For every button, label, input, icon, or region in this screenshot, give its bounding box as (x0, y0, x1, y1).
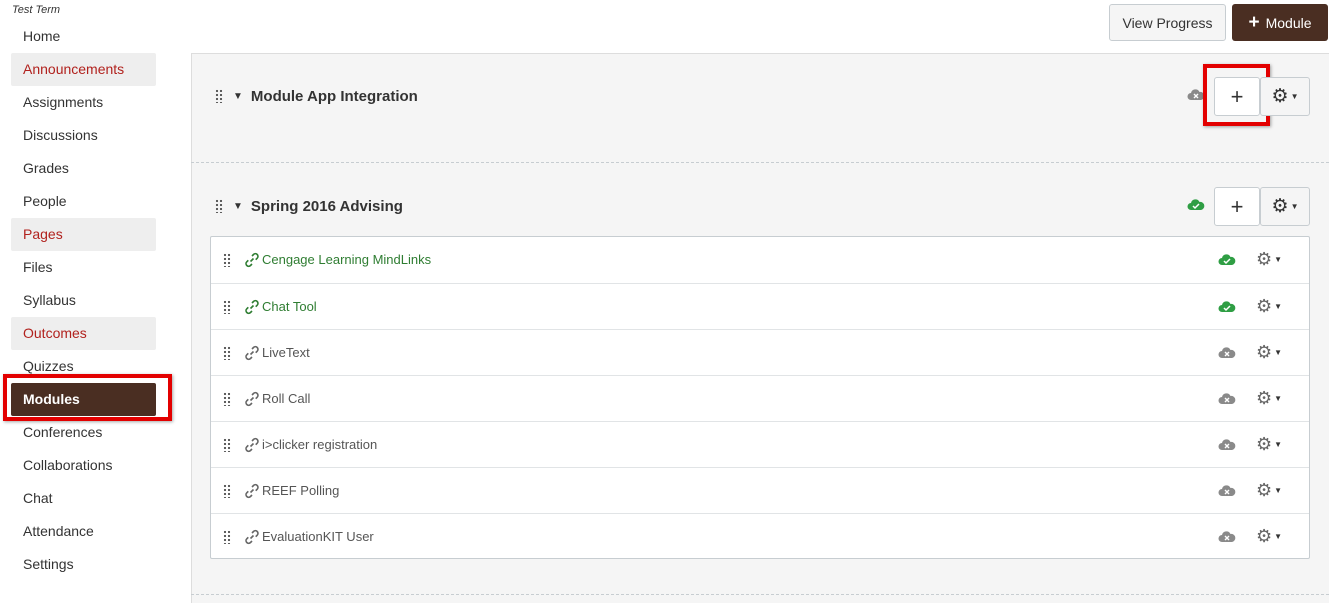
item-settings-button[interactable]: ⚙ ▼ (1256, 250, 1282, 268)
drag-handle-icon[interactable] (215, 199, 223, 213)
module-header: ▼ Module App Integration (215, 84, 418, 108)
link-icon (245, 252, 259, 268)
link-icon (245, 299, 259, 315)
item-settings-button[interactable]: ⚙ ▼ (1256, 389, 1282, 407)
module-item-title[interactable]: Cengage Learning MindLinks (262, 252, 431, 267)
item-settings-button[interactable]: ⚙ ▼ (1256, 435, 1282, 453)
nav-outcomes[interactable]: Outcomes (11, 317, 156, 350)
chevron-down-icon: ▼ (1274, 393, 1283, 403)
drag-handle-icon[interactable] (223, 438, 231, 452)
module-item-row: Cengage Learning MindLinks ⚙ ▼ (211, 237, 1309, 283)
module-settings-button[interactable]: ⚙ ▼ (1260, 187, 1310, 226)
gear-icon: ⚙ (1271, 196, 1289, 217)
caret-down-icon[interactable]: ▼ (233, 201, 243, 212)
nav-syllabus[interactable]: Syllabus (11, 284, 156, 317)
item-settings-button[interactable]: ⚙ ▼ (1256, 527, 1282, 545)
module-item-title[interactable]: i>clicker registration (262, 437, 377, 452)
nav-pages[interactable]: Pages (11, 218, 156, 251)
plus-icon: + (1248, 12, 1260, 33)
link-icon (245, 391, 259, 407)
chevron-down-icon: ▼ (1274, 531, 1283, 541)
cloud-x-icon[interactable] (1218, 393, 1236, 405)
drag-handle-icon[interactable] (223, 484, 231, 498)
cloud-check-icon[interactable] (1218, 254, 1236, 266)
module-header: ▼ Spring 2016 Advising (215, 194, 403, 218)
nav-chat[interactable]: Chat (11, 482, 156, 515)
drag-handle-icon[interactable] (223, 346, 231, 360)
drag-handle-icon[interactable] (223, 253, 231, 267)
link-icon (245, 345, 259, 361)
gear-icon: ⚙ (1256, 526, 1273, 546)
item-settings-button[interactable]: ⚙ ▼ (1256, 481, 1282, 499)
link-icon (245, 483, 259, 499)
caret-down-icon[interactable]: ▼ (233, 91, 243, 102)
module-item-row: REEF Polling ⚙ ▼ (211, 467, 1309, 513)
nav-home[interactable]: Home (11, 20, 156, 53)
module-item-title[interactable]: EvaluationKIT User (262, 529, 374, 544)
nav-settings[interactable]: Settings (11, 548, 156, 581)
gear-icon: ⚙ (1256, 296, 1273, 316)
cloud-x-icon[interactable] (1218, 531, 1236, 543)
nav-announcements[interactable]: Announcements (11, 53, 156, 86)
chevron-down-icon: ▼ (1290, 202, 1299, 211)
nav-collaborations[interactable]: Collaborations (11, 449, 156, 482)
gear-icon: ⚙ (1271, 86, 1289, 107)
module-title[interactable]: Spring 2016 Advising (251, 198, 403, 215)
cloud-x-icon[interactable] (1218, 485, 1236, 497)
chevron-down-icon: ▼ (1274, 254, 1283, 264)
module-divider (191, 594, 1329, 595)
chevron-down-icon: ▼ (1290, 92, 1299, 101)
link-icon (245, 529, 259, 545)
gear-icon: ⚙ (1256, 480, 1273, 500)
drag-handle-icon[interactable] (215, 89, 223, 103)
drag-handle-icon[interactable] (223, 530, 231, 544)
nav-attendance[interactable]: Attendance (11, 515, 156, 548)
nav-grades[interactable]: Grades (11, 152, 156, 185)
add-module-button[interactable]: + Module (1232, 4, 1328, 41)
nav-assignments[interactable]: Assignments (11, 86, 156, 119)
item-settings-button[interactable]: ⚙ ▼ (1256, 297, 1282, 315)
module-item-row: LiveText ⚙ ▼ (211, 329, 1309, 375)
module-settings-button[interactable]: ⚙ ▼ (1260, 77, 1310, 116)
view-progress-button[interactable]: View Progress (1109, 4, 1226, 41)
module-item-title[interactable]: LiveText (262, 345, 310, 360)
cloud-check-icon[interactable] (1218, 301, 1236, 313)
chevron-down-icon: ▼ (1274, 439, 1283, 449)
link-icon (245, 437, 259, 453)
chevron-down-icon: ▼ (1274, 347, 1283, 357)
gear-icon: ⚙ (1256, 434, 1273, 454)
module-title[interactable]: Module App Integration (251, 88, 418, 105)
chevron-down-icon: ▼ (1274, 301, 1283, 311)
chevron-down-icon: ▼ (1274, 485, 1283, 495)
term-name: Test Term (12, 4, 61, 16)
cloud-x-icon[interactable] (1218, 347, 1236, 359)
add-module-label: Module (1265, 14, 1312, 31)
drag-handle-icon[interactable] (223, 392, 231, 406)
module-item-row: EvaluationKIT User ⚙ ▼ (211, 513, 1309, 559)
gear-icon: ⚙ (1256, 342, 1273, 362)
plus-icon: + (1230, 193, 1244, 219)
module-item-title[interactable]: Roll Call (262, 391, 310, 406)
drag-handle-icon[interactable] (223, 300, 231, 314)
module-item-row: i>clicker registration ⚙ ▼ (211, 421, 1309, 467)
module-item-row: Chat Tool ⚙ ▼ (211, 283, 1309, 329)
cloud-x-icon[interactable] (1218, 439, 1236, 451)
nav-people[interactable]: People (11, 185, 156, 218)
item-settings-button[interactable]: ⚙ ▼ (1256, 343, 1282, 361)
module-divider (191, 162, 1329, 163)
add-item-button[interactable]: + (1214, 187, 1260, 226)
gear-icon: ⚙ (1256, 388, 1273, 408)
gear-icon: ⚙ (1256, 249, 1273, 269)
nav-discussions[interactable]: Discussions (11, 119, 156, 152)
module-item-title[interactable]: Chat Tool (262, 299, 317, 314)
annotation-box-modules-nav (3, 374, 172, 421)
nav-files[interactable]: Files (11, 251, 156, 284)
module-items-list: Cengage Learning MindLinks ⚙ ▼ Chat Tool ⚙ ▼ L… (210, 236, 1310, 559)
cloud-check-icon[interactable] (1187, 199, 1205, 211)
module-item-row: Roll Call ⚙ ▼ (211, 375, 1309, 421)
module-item-title[interactable]: REEF Polling (262, 483, 339, 498)
course-nav: Home Announcements Assignments Discussio… (11, 20, 156, 581)
